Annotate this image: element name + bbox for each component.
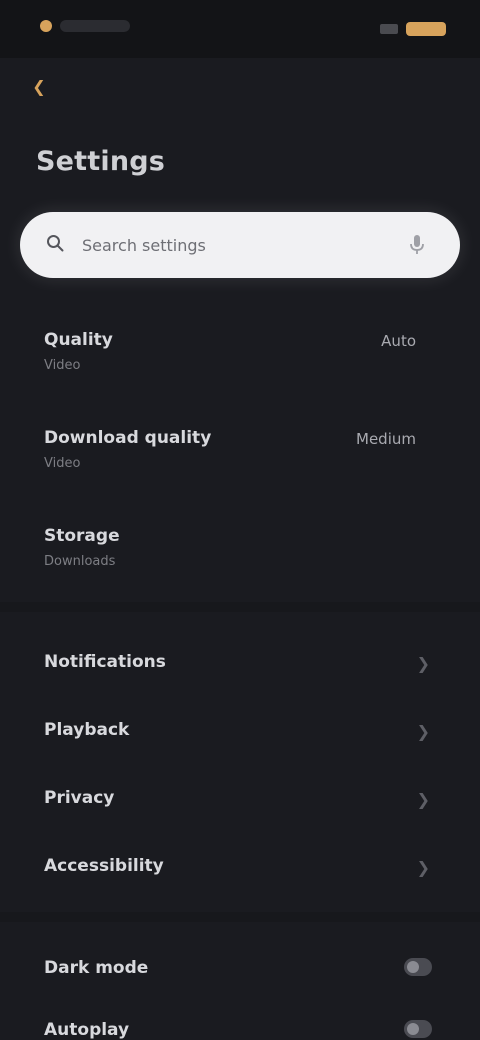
status-bar [0,0,480,58]
section-divider [0,912,480,922]
row-title: Playback [44,720,130,740]
chevron-right-icon: ❯ [416,722,430,741]
row-value: Medium [356,430,416,448]
settings-row-storage[interactable]: Storage Downloads [44,526,436,569]
status-right [380,22,446,36]
notification-dot-icon [40,20,52,32]
settings-screen: ❮ Settings Quality Video Auto Download q… [0,0,480,1040]
back-button[interactable]: ❮ [28,76,50,98]
toggle-knob [407,1023,419,1035]
row-subtitle: Video [44,358,81,373]
row-title: Storage [44,526,120,546]
settings-row-download-quality[interactable]: Download quality Video Medium [44,428,436,471]
row-title: Quality [44,330,113,350]
status-left [40,20,130,32]
settings-row-notifications[interactable]: Notifications ❯ [44,652,436,672]
row-title: Privacy [44,788,115,808]
settings-row-privacy[interactable]: Privacy ❯ [44,788,436,808]
autoplay-toggle[interactable] [404,1020,432,1038]
chevron-right-icon: ❯ [416,858,430,877]
settings-row-dark-mode[interactable]: Dark mode [44,958,436,978]
row-subtitle: Downloads [44,554,116,569]
signal-icon [380,24,398,34]
settings-row-accessibility[interactable]: Accessibility ❯ [44,856,436,876]
row-subtitle: Video [44,456,81,471]
row-title: Autoplay [44,1020,130,1040]
notification-icons [60,20,130,32]
battery-icon [406,22,446,36]
dark-mode-toggle[interactable] [404,958,432,976]
search-icon [47,235,64,252]
mic-icon[interactable] [408,234,426,256]
chevron-left-icon: ❮ [32,77,46,96]
search-input[interactable] [80,234,432,256]
chevron-right-icon: ❯ [416,790,430,809]
row-value: Auto [381,332,416,350]
row-title: Notifications [44,652,166,672]
chevron-right-icon: ❯ [416,654,430,673]
settings-row-quality[interactable]: Quality Video Auto [44,330,436,373]
settings-row-autoplay[interactable]: Autoplay [44,1020,436,1040]
row-title: Accessibility [44,856,164,876]
settings-row-playback[interactable]: Playback ❯ [44,720,436,740]
search-bar[interactable] [20,212,460,278]
toggle-knob [407,961,419,973]
section-divider [0,602,480,612]
row-title: Dark mode [44,958,149,978]
page-title: Settings [36,146,166,177]
